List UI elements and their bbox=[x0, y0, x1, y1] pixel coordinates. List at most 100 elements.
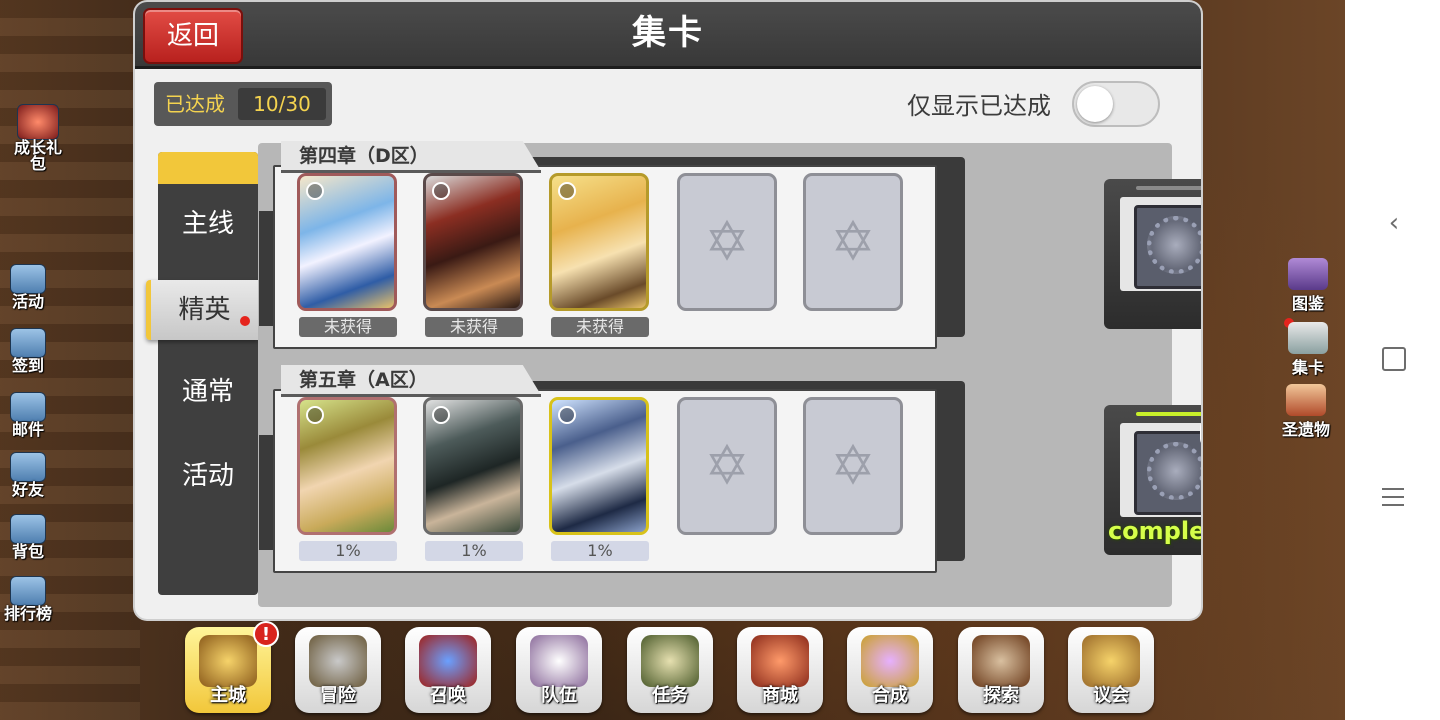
calendar-icon bbox=[10, 328, 46, 358]
relics-button[interactable]: 圣遗物 bbox=[1276, 384, 1336, 440]
hexagram-icon: ✡ bbox=[830, 210, 876, 273]
cards-icon bbox=[1288, 322, 1328, 354]
card-collection-label: 集卡 bbox=[1291, 358, 1324, 377]
progress-label: 已达成 bbox=[165, 92, 225, 116]
nav-team[interactable]: 队伍 bbox=[516, 627, 602, 713]
codex-label: 图鉴 bbox=[1291, 294, 1324, 313]
reward-complete-label: complete! bbox=[1107, 517, 1201, 545]
reward-item: 1 bbox=[1134, 431, 1201, 515]
hexagram-icon: ✡ bbox=[830, 434, 876, 497]
character-card[interactable] bbox=[549, 173, 649, 311]
system-navigation-bar: ‹ bbox=[1345, 0, 1440, 720]
chapter-title: 第四章（D区） bbox=[299, 145, 429, 167]
character-card[interactable] bbox=[423, 173, 523, 311]
chapter-section: 未获得 未获得 未获得 ✡ ✡ 第四章（D区） bbox=[259, 141, 965, 349]
reward-progress-bar bbox=[1136, 186, 1201, 190]
bag-button[interactable]: 背包 bbox=[0, 514, 56, 560]
quest-book-icon bbox=[641, 635, 699, 687]
back-arrow-icon[interactable]: ‹ bbox=[1381, 210, 1407, 236]
checkin-label: 签到 bbox=[11, 356, 44, 375]
growth-pack-label: 成长礼包 bbox=[13, 138, 62, 173]
growth-pack-button[interactable]: 成长礼包 bbox=[10, 104, 66, 172]
nav-craft[interactable]: 合成 bbox=[847, 627, 933, 713]
winged-emblem-icon bbox=[530, 635, 588, 687]
nav-council[interactable]: 议会 bbox=[1068, 627, 1154, 713]
show-achieved-label: 仅显示已达成 bbox=[907, 92, 1051, 120]
chapter-title-underline bbox=[281, 170, 541, 173]
empty-card-slot: ✡ bbox=[803, 173, 903, 311]
event-label: 活动 bbox=[11, 292, 44, 311]
potion-icon bbox=[861, 635, 919, 687]
checkin-button[interactable]: 签到 bbox=[0, 328, 56, 374]
character-card[interactable] bbox=[549, 397, 649, 535]
reward-count: 1 bbox=[1200, 491, 1201, 512]
empty-card-slot: ✡ bbox=[677, 173, 777, 311]
growth-pack-icon bbox=[17, 104, 59, 140]
nav-shop[interactable]: 商城 bbox=[737, 627, 823, 713]
tab-event[interactable]: 活动 bbox=[158, 446, 258, 506]
home-square-icon[interactable] bbox=[1381, 346, 1407, 372]
empty-card-slot: ✡ bbox=[677, 397, 777, 535]
hexagram-icon: ✡ bbox=[704, 434, 750, 497]
nav-council-label: 议会 bbox=[1093, 685, 1129, 706]
nav-main-city-label: 主城 bbox=[210, 685, 246, 706]
nav-shop-label: 商城 bbox=[762, 685, 798, 706]
chapter-reward-complete[interactable]: 1 ! complete! bbox=[1104, 405, 1201, 555]
friends-label: 好友 bbox=[11, 480, 44, 499]
alert-icon: ! bbox=[1200, 419, 1201, 447]
nav-main-city[interactable]: 主城 ! bbox=[185, 621, 279, 713]
nav-explore[interactable]: 探索 bbox=[958, 627, 1044, 713]
bar-chart-icon bbox=[10, 576, 46, 606]
nav-quests[interactable]: 任务 bbox=[627, 627, 713, 713]
nav-quests-label: 任务 bbox=[652, 685, 688, 706]
nav-adventure[interactable]: 冒险 bbox=[295, 627, 381, 713]
reward-count: 1 bbox=[1200, 265, 1201, 286]
card-collection-button[interactable]: 集卡 bbox=[1278, 322, 1338, 378]
nav-adventure-label: 冒险 bbox=[320, 685, 356, 706]
nav-summon[interactable]: 召唤 bbox=[405, 627, 491, 713]
chapter-title-underline bbox=[281, 394, 541, 397]
chapter-cards-panel: 1% 1% 1% ✡ ✡ bbox=[273, 389, 937, 573]
relics-label: 圣遗物 bbox=[1281, 420, 1330, 439]
class-icon bbox=[306, 182, 324, 200]
show-achieved-toggle[interactable] bbox=[1072, 81, 1160, 127]
class-icon bbox=[432, 406, 450, 424]
book-icon bbox=[1288, 258, 1328, 290]
nav-explore-label: 探索 bbox=[983, 685, 1019, 706]
character-card[interactable] bbox=[297, 397, 397, 535]
panel-header: 返回 集卡 bbox=[135, 2, 1201, 69]
chapter-reward[interactable]: 1 bbox=[1104, 179, 1201, 329]
mail-label: 邮件 bbox=[11, 420, 44, 439]
chapter-title: 第五章（A区） bbox=[299, 369, 428, 391]
pickaxe-icon bbox=[972, 635, 1030, 687]
progress-value: 10/30 bbox=[238, 88, 326, 120]
menu-lines-icon[interactable] bbox=[1381, 484, 1407, 510]
character-card[interactable] bbox=[297, 173, 397, 311]
reward-progress-bar bbox=[1136, 412, 1201, 416]
achievement-progress: 已达成 10/30 bbox=[154, 82, 332, 126]
tab-normal[interactable]: 通常 bbox=[158, 362, 258, 422]
ranking-button[interactable]: 排行榜 bbox=[0, 576, 56, 622]
card-progress: 1% bbox=[299, 541, 397, 561]
flag-icon bbox=[10, 264, 46, 294]
tab-elite[interactable]: 精英 bbox=[146, 280, 258, 340]
codex-button[interactable]: 图鉴 bbox=[1278, 258, 1338, 314]
friends-button[interactable]: 好友 bbox=[0, 452, 56, 498]
chapter-section: 1% 1% 1% ✡ ✡ 第五章（A区） bbox=[259, 365, 965, 573]
hexagram-icon: ✡ bbox=[704, 210, 750, 273]
alert-badge-icon: ! bbox=[253, 621, 279, 647]
relic-icon bbox=[1286, 384, 1326, 416]
event-button[interactable]: 活动 bbox=[0, 264, 56, 310]
class-icon bbox=[558, 182, 576, 200]
backpack-icon bbox=[10, 514, 46, 544]
elite-notification-dot bbox=[240, 316, 250, 326]
character-card[interactable] bbox=[423, 397, 523, 535]
person-icon bbox=[10, 452, 46, 482]
card-status: 未获得 bbox=[425, 317, 523, 337]
chapter-title-tab: 第四章（D区） bbox=[281, 141, 541, 171]
mail-button[interactable]: 邮件 bbox=[0, 392, 56, 438]
reward-item: 1 bbox=[1134, 205, 1201, 289]
toggle-knob bbox=[1077, 86, 1113, 122]
tab-main[interactable]: 主线 bbox=[158, 194, 258, 254]
crown-icon bbox=[199, 635, 257, 687]
